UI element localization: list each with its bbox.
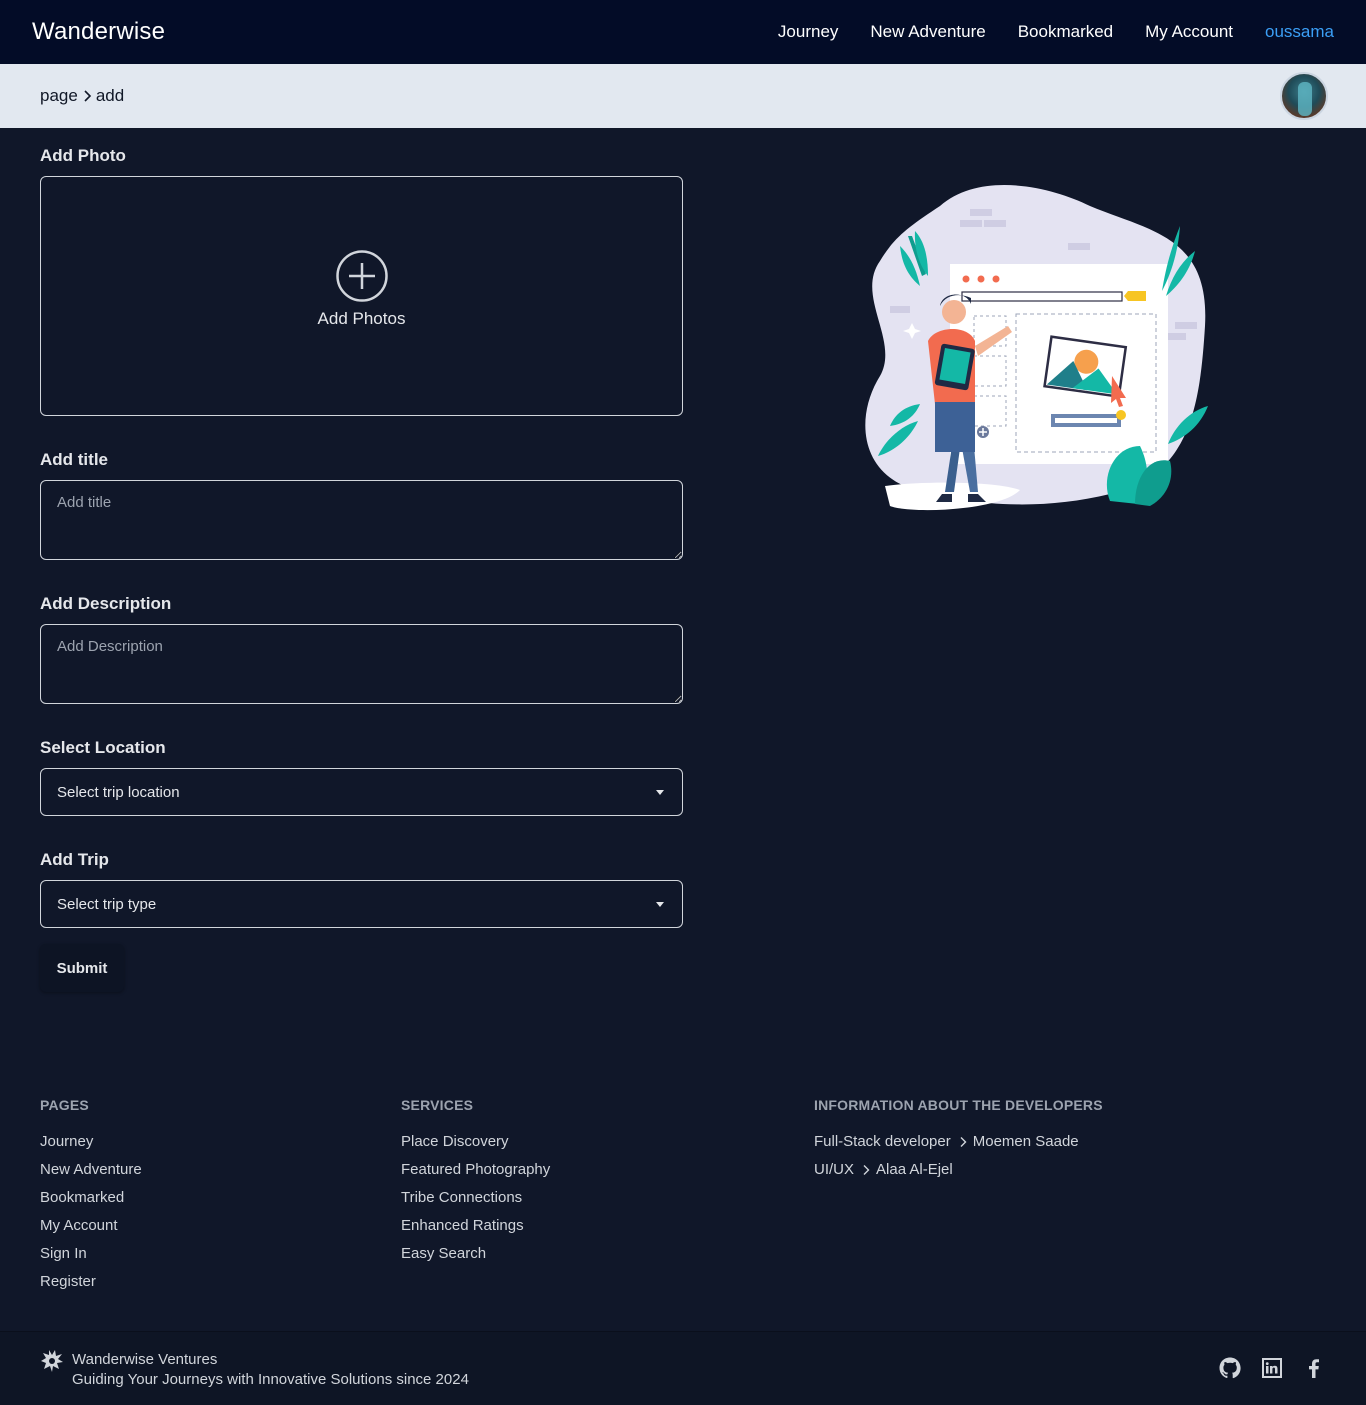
add-photo-label: Add Photo (40, 146, 126, 165)
developer-line: Full-Stack developer Moemen Saade (814, 1128, 1103, 1156)
nav-link-new-adventure[interactable]: New Adventure (870, 22, 985, 42)
footer-link-journey[interactable]: Journey (40, 1128, 142, 1156)
footer-pages-heading: PAGES (40, 1097, 89, 1113)
breadcrumb: page add (40, 86, 124, 106)
select-location-label: Select Location (40, 738, 166, 757)
facebook-icon[interactable] (1302, 1354, 1326, 1382)
footer-developers: INFORMATION ABOUT THE DEVELOPERS Full-St… (814, 1097, 1103, 1184)
nav-user-name[interactable]: oussama (1265, 22, 1334, 42)
caret-down-icon (656, 901, 664, 907)
breadcrumb-parent[interactable]: page (40, 86, 78, 106)
add-photo-dropzone[interactable]: Add Photos (40, 176, 683, 416)
nav-link-my-account[interactable]: My Account (1145, 22, 1233, 42)
developer-role: Full-Stack developer (814, 1133, 951, 1150)
github-icon[interactable] (1218, 1354, 1242, 1382)
footer-link-place-discovery[interactable]: Place Discovery (401, 1128, 550, 1156)
plus-circle-icon (335, 250, 388, 302)
footer-developers-heading: INFORMATION ABOUT THE DEVELOPERS (814, 1097, 1103, 1113)
location-select[interactable]: Select trip location (40, 768, 683, 816)
social-links (1218, 1354, 1326, 1382)
footer-link-my-account[interactable]: My Account (40, 1212, 142, 1240)
footer-link-enhanced-ratings[interactable]: Enhanced Ratings (401, 1212, 550, 1240)
user-avatar[interactable] (1280, 72, 1328, 120)
description-input[interactable] (40, 624, 683, 704)
footer-link-bookmarked[interactable]: Bookmarked (40, 1184, 142, 1212)
trip-type-select[interactable]: Select trip type (40, 880, 683, 928)
submit-button[interactable]: Submit (40, 944, 124, 992)
company-tagline: Guiding Your Journeys with Innovative So… (72, 1371, 469, 1388)
brand-mark-icon (41, 1350, 63, 1372)
footer-link-new-adventure[interactable]: New Adventure (40, 1156, 142, 1184)
footer-pages: PAGES Journey New Adventure Bookmarked M… (40, 1097, 142, 1296)
nav-link-bookmarked[interactable]: Bookmarked (1018, 22, 1113, 42)
top-navbar: Wanderwise Journey New Adventure Bookmar… (0, 0, 1366, 64)
chevron-right-icon (960, 1137, 967, 1147)
developer-name: Moemen Saade (972, 1133, 1079, 1150)
footer-services-heading: SERVICES (401, 1097, 474, 1113)
add-trip-label: Add Trip (40, 850, 109, 869)
chevron-right-icon (863, 1165, 870, 1175)
footer-link-sign-in[interactable]: Sign In (40, 1240, 142, 1268)
company-info: Wanderwise Ventures Guiding Your Journey… (72, 1350, 469, 1390)
footer-link-featured-photography[interactable]: Featured Photography (401, 1156, 550, 1184)
footer-link-tribe-connections[interactable]: Tribe Connections (401, 1184, 550, 1212)
developer-line: UI/UX Alaa Al-Ejel (814, 1156, 1103, 1184)
footer-link-register[interactable]: Register (40, 1268, 142, 1296)
caret-down-icon (656, 789, 664, 795)
brand-logo[interactable]: Wanderwise (32, 18, 165, 46)
title-input[interactable] (40, 480, 683, 560)
nav-link-journey[interactable]: Journey (778, 22, 838, 42)
add-description-label: Add Description (40, 594, 172, 613)
developer-name: Alaa Al-Ejel (876, 1161, 953, 1178)
trip-type-select-value: Select trip type (57, 895, 157, 913)
location-select-value: Select trip location (57, 783, 180, 801)
footer-services: SERVICES Place Discovery Featured Photog… (401, 1097, 550, 1268)
add-title-label: Add title (40, 450, 108, 469)
developer-role: UI/UX (814, 1161, 855, 1178)
footer-link-easy-search[interactable]: Easy Search (401, 1240, 550, 1268)
chevron-right-icon (84, 90, 91, 102)
nav-links: Journey New Adventure Bookmarked My Acco… (778, 22, 1334, 42)
add-photos-caption: Add Photos (317, 309, 406, 328)
linkedin-icon[interactable] (1260, 1354, 1284, 1382)
breadcrumb-bar: page add (0, 64, 1366, 128)
company-name: Wanderwise Ventures (72, 1351, 218, 1368)
breadcrumb-current: add (95, 86, 125, 105)
upload-illustration (865, 185, 1208, 511)
